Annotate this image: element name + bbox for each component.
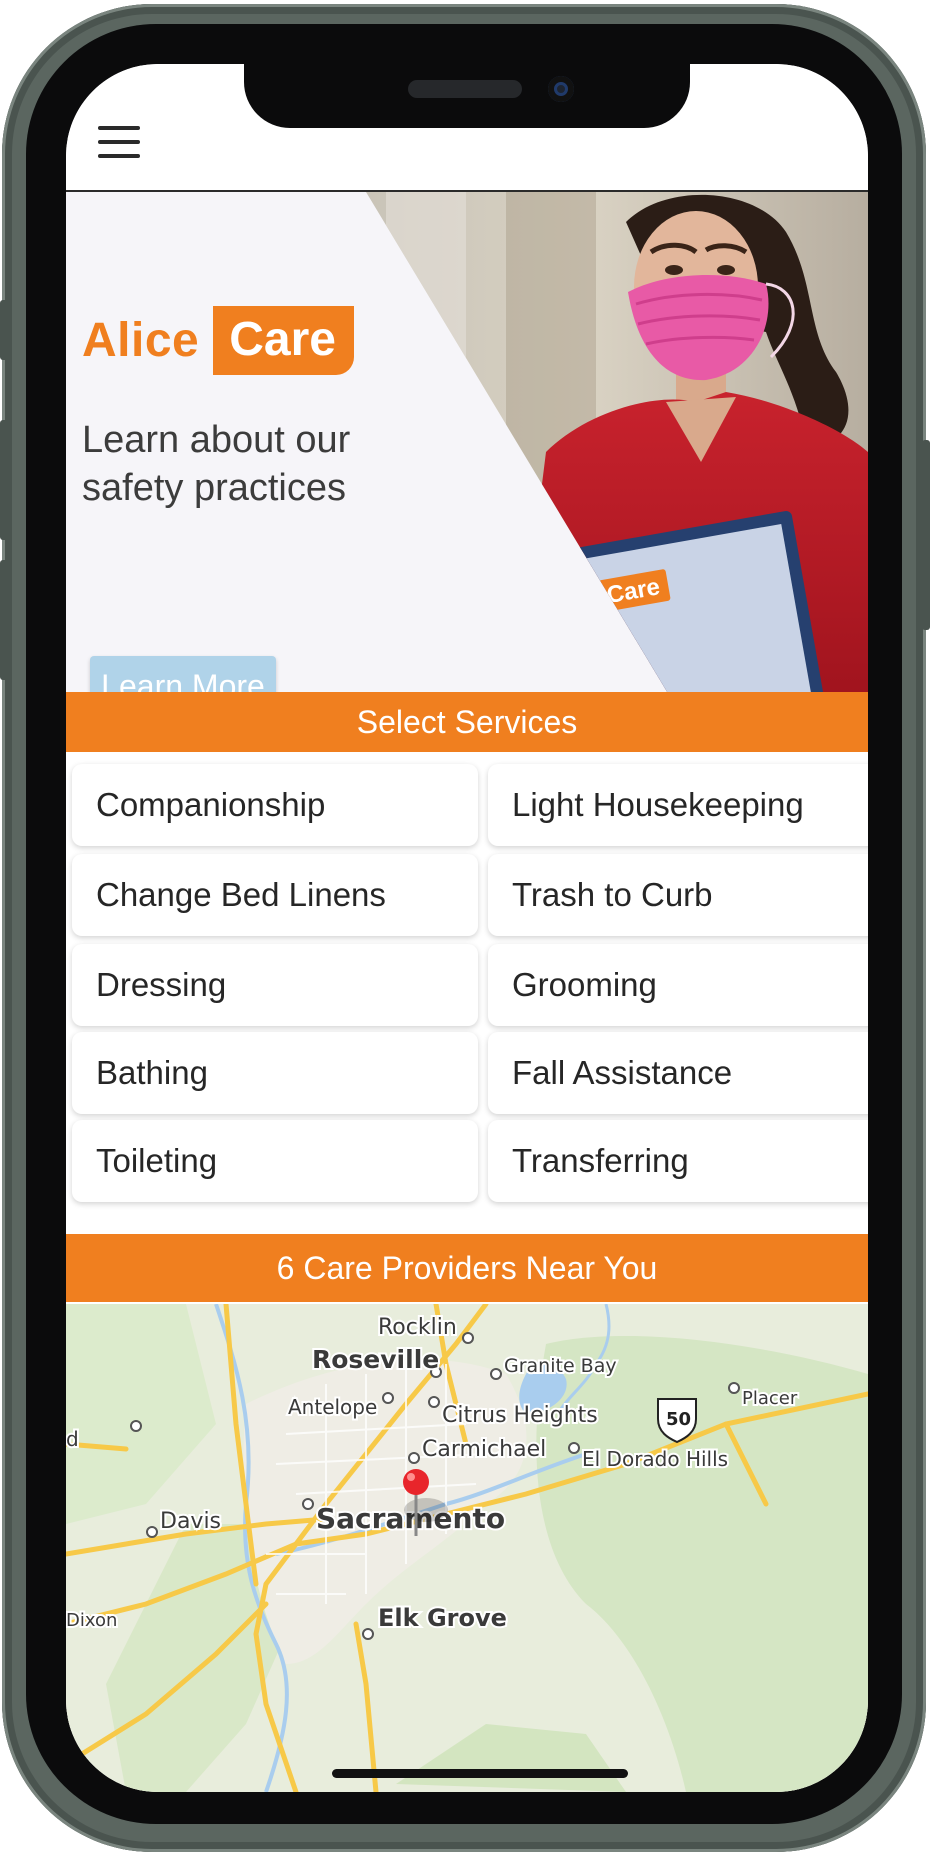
logo-alice-text: Alice <box>82 313 200 367</box>
speaker-grille <box>408 80 522 98</box>
care-providers-header: 6 Care Providers Near You <box>66 1234 868 1302</box>
map-label-roseville: Roseville <box>312 1345 439 1374</box>
side-button <box>922 440 930 630</box>
service-trash-to-curb[interactable]: Trash to Curb <box>488 854 868 936</box>
hero-tagline: Learn about our safety practices <box>82 419 351 509</box>
map-label-antelope: Antelope <box>288 1395 377 1419</box>
binder-logo-alice: Alice <box>529 582 595 622</box>
hero-banner: Alice Care Alice Care Learn about our sa… <box>66 192 868 692</box>
hero-photo: Alice Care <box>366 192 868 692</box>
side-button <box>0 420 8 540</box>
map-label-partial-d: d <box>66 1427 79 1451</box>
service-toileting[interactable]: Toileting <box>72 1120 478 1202</box>
service-light-housekeeping[interactable]: Light Housekeeping <box>488 764 868 846</box>
map-label-carmichael: Carmichael <box>422 1437 546 1462</box>
map-label-el-dorado-hills: El Dorado Hills <box>582 1447 728 1471</box>
map-label-davis: Davis <box>160 1509 221 1534</box>
map-label-granite-bay: Granite Bay <box>504 1355 617 1377</box>
service-bathing[interactable]: Bathing <box>72 1032 478 1114</box>
service-transferring[interactable]: Transferring <box>488 1120 868 1202</box>
service-companionship[interactable]: Companionship <box>72 764 478 846</box>
services-grid: Companionship Light Housekeeping Change … <box>66 764 868 1224</box>
phone-screen: Alice Care Alice Care Learn about our sa… <box>66 64 868 1792</box>
camera-icon <box>548 76 574 102</box>
map-label-elk-grove: Elk Grove <box>378 1604 507 1632</box>
map-label-placer: Placer <box>742 1388 798 1409</box>
highway-shield-label: 50 <box>666 1409 691 1430</box>
select-services-header: Select Services <box>66 692 868 752</box>
home-indicator[interactable] <box>332 1769 628 1778</box>
map-label-dixon: Dixon <box>66 1610 117 1631</box>
side-button <box>0 300 8 360</box>
service-dressing[interactable]: Dressing <box>72 944 478 1026</box>
service-grooming[interactable]: Grooming <box>488 944 868 1026</box>
map-canvas[interactable]: Rocklin Roseville Granite Bay Antelope C… <box>66 1304 868 1792</box>
alicecare-logo: Alice Care <box>82 304 354 376</box>
notch <box>244 64 690 128</box>
providers-map[interactable]: Rocklin Roseville Granite Bay Antelope C… <box>66 1304 868 1792</box>
service-fall-assistance[interactable]: Fall Assistance <box>488 1032 868 1114</box>
map-label-rocklin: Rocklin <box>378 1315 457 1340</box>
learn-more-button[interactable]: Learn More <box>90 656 276 692</box>
map-label-citrus-heights: Citrus Heights <box>442 1403 598 1428</box>
service-change-bed-linens[interactable]: Change Bed Linens <box>72 854 478 936</box>
side-button <box>0 560 8 680</box>
nurse-photo-image: Alice Care <box>366 192 868 692</box>
hamburger-menu-icon[interactable] <box>98 126 140 160</box>
logo-care-text: Care <box>213 305 354 375</box>
